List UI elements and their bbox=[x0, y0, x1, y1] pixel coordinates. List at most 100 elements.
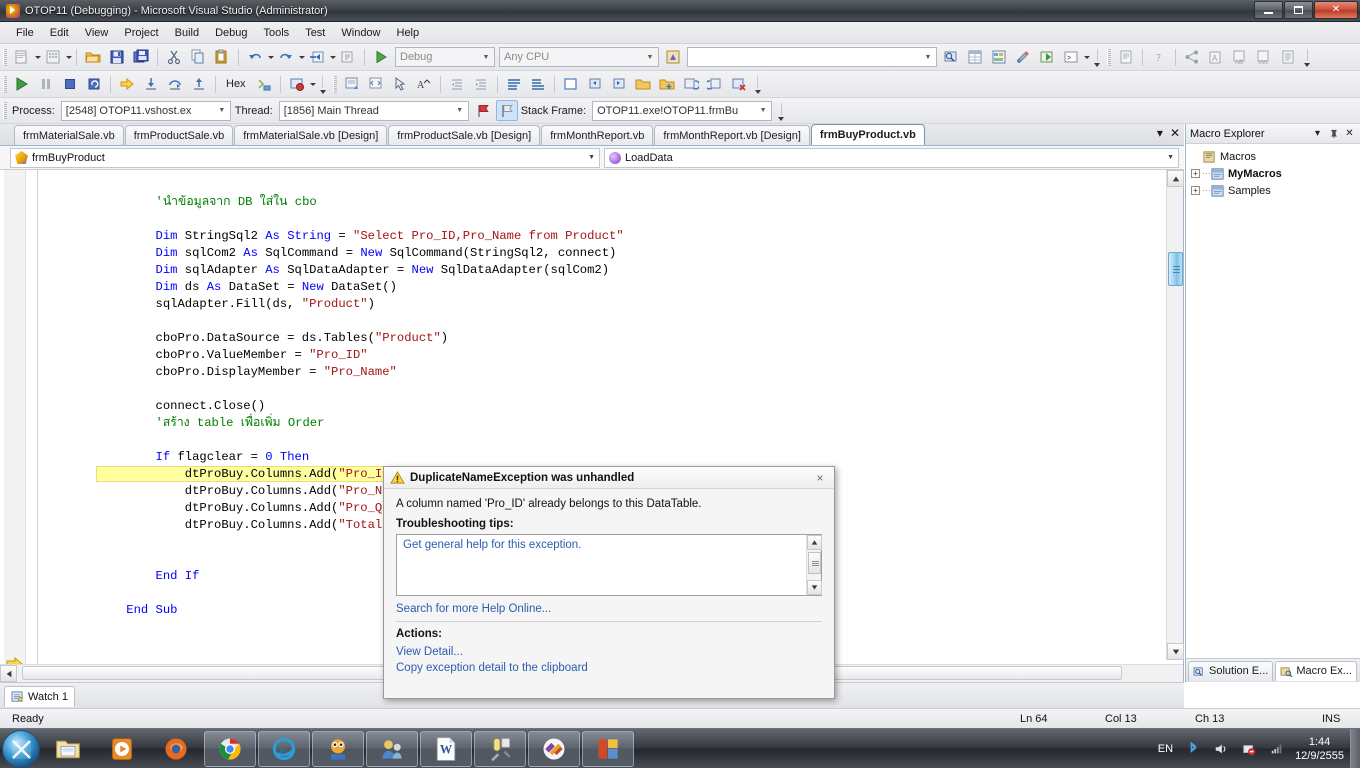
document-tab-frmproductsale[interactable]: frmProductSale.vb bbox=[124, 125, 234, 145]
add-new-item-icon[interactable] bbox=[42, 47, 64, 68]
process-combo[interactable]: [2548] OTOP11.vshost.ex ▼ bbox=[60, 100, 231, 121]
redo-chevron-down-icon[interactable] bbox=[299, 55, 305, 59]
document-outline-icon[interactable] bbox=[1277, 47, 1299, 68]
taskbar-clock[interactable]: 1:44 12/9/2555 bbox=[1295, 735, 1344, 763]
font-size-icon[interactable]: A bbox=[413, 74, 435, 95]
copy-icon[interactable] bbox=[187, 47, 209, 68]
editor-toolbar-overflow-button[interactable] bbox=[753, 74, 763, 94]
open-folder-icon[interactable] bbox=[632, 74, 654, 95]
document-tab-frmmonthreport[interactable]: frmMonthReport.vb bbox=[541, 125, 654, 145]
class-selector-combo[interactable]: frmBuyProduct ▼ bbox=[10, 147, 600, 168]
paste-icon[interactable] bbox=[211, 47, 233, 68]
exception-dialog-close-icon[interactable]: × bbox=[812, 470, 828, 486]
code-line[interactable]: Dim sqlCom2 As SqlCommand = New SqlComma… bbox=[97, 246, 617, 260]
solution-platform-combo[interactable]: Any CPU ▼ bbox=[499, 47, 659, 67]
start-debugging-icon[interactable] bbox=[370, 47, 392, 68]
save-all-icon[interactable] bbox=[130, 47, 152, 68]
find-in-files-input[interactable]: ▼ bbox=[687, 47, 937, 67]
sync-views-alt-icon[interactable] bbox=[704, 74, 726, 95]
solution-configuration-combo[interactable]: Debug ▼ bbox=[395, 47, 495, 67]
open-file-icon[interactable] bbox=[82, 47, 104, 68]
menu-item-tools[interactable]: Tools bbox=[256, 25, 298, 41]
tool-tab-macro-explorer[interactable]: Macro Ex... bbox=[1275, 660, 1357, 681]
toolbar-grip[interactable] bbox=[3, 102, 7, 119]
continue-icon[interactable] bbox=[11, 74, 33, 95]
tips-scrollbar[interactable] bbox=[806, 535, 822, 595]
schema-toolbar-overflow-button[interactable] bbox=[1302, 47, 1312, 67]
tree-node-samples[interactable]: + ⋯ Samples bbox=[1188, 182, 1358, 199]
taskbar-microsoft-word-icon[interactable]: W bbox=[420, 730, 472, 767]
break-all-icon[interactable] bbox=[35, 74, 57, 95]
view-detail-link[interactable]: View Detail... bbox=[396, 644, 822, 660]
toolbar-grip[interactable] bbox=[3, 75, 7, 93]
save-icon[interactable] bbox=[106, 47, 128, 68]
document-tab-frmbuyproduct[interactable]: frmBuyProduct.vb bbox=[810, 124, 925, 145]
exception-assistant-dialog[interactable]: DuplicateNameException was unhandled × A… bbox=[383, 466, 835, 699]
taskbar-firefox-icon[interactable] bbox=[150, 731, 202, 767]
standard-toolbar-overflow-button[interactable] bbox=[1092, 47, 1102, 67]
add-new-item-chevron-down-icon[interactable] bbox=[66, 55, 72, 59]
network-signal-icon[interactable] bbox=[1268, 740, 1286, 758]
code-line[interactable]: dtProBuy.Columns.Add("Pro_Name") bbox=[97, 484, 419, 498]
editor-indicator-margin[interactable] bbox=[4, 170, 26, 682]
cut-icon[interactable] bbox=[163, 47, 185, 68]
new-project-icon[interactable] bbox=[11, 47, 33, 68]
increase-indent-icon[interactable] bbox=[470, 74, 492, 95]
xml-schema-icon[interactable] bbox=[1115, 47, 1137, 68]
attach-to-process-icon[interactable] bbox=[662, 47, 684, 68]
active-files-chevron-down-icon[interactable]: ▾ bbox=[1157, 126, 1163, 140]
volume-icon[interactable] bbox=[1212, 740, 1230, 758]
navigate-forward-icon[interactable] bbox=[337, 47, 359, 68]
open-folder-add-icon[interactable] bbox=[656, 74, 678, 95]
bluetooth-icon[interactable] bbox=[1184, 740, 1202, 758]
step-over-icon[interactable] bbox=[164, 74, 186, 95]
sync-views-icon[interactable] bbox=[680, 74, 702, 95]
taskbar-powerpoint-icon[interactable] bbox=[582, 730, 634, 767]
document-tab-frmmaterialsale[interactable]: frmMaterialSale.vb bbox=[14, 125, 124, 145]
code-line[interactable]: dtProBuy.Columns.Add("Pro_ID") bbox=[95, 466, 406, 482]
view-code-icon[interactable] bbox=[365, 74, 387, 95]
go-to-definition-icon[interactable] bbox=[608, 74, 630, 95]
stop-debugging-icon[interactable] bbox=[59, 74, 81, 95]
tool-tab-solution-explorer[interactable]: Solution E... bbox=[1188, 660, 1274, 681]
menu-item-file[interactable]: File bbox=[8, 25, 42, 41]
tips-scrollbar-thumb[interactable] bbox=[808, 552, 821, 574]
menu-item-view[interactable]: View bbox=[77, 25, 117, 41]
editor-vertical-scrollbar[interactable] bbox=[1166, 170, 1184, 660]
toolbar-grip[interactable] bbox=[332, 75, 337, 93]
member-selector-combo[interactable]: LoadData ▼ bbox=[604, 147, 1179, 168]
menu-item-window[interactable]: Window bbox=[333, 25, 388, 41]
show-desktop-button[interactable] bbox=[1350, 729, 1360, 768]
new-window-icon[interactable] bbox=[560, 74, 582, 95]
redo-icon[interactable] bbox=[275, 47, 297, 68]
code-line[interactable]: Dim ds As DataSet = New DataSet() bbox=[97, 280, 397, 294]
navigate-backward-icon[interactable] bbox=[306, 47, 328, 68]
watch-1-tab[interactable]: Watch 1 bbox=[4, 686, 75, 707]
taskbar-camfrog-icon[interactable] bbox=[312, 730, 364, 767]
document-tab-frmproductsale-design[interactable]: frmProductSale.vb [Design] bbox=[388, 125, 541, 145]
taskbar-media-player-icon[interactable] bbox=[96, 731, 148, 767]
tips-scroll-up-button[interactable] bbox=[807, 535, 822, 550]
tree-node-macros[interactable]: Macros bbox=[1188, 148, 1358, 165]
code-line[interactable]: dtProBuy.Columns.Add("Pro_Qty") bbox=[97, 501, 412, 515]
undo-icon[interactable] bbox=[244, 47, 266, 68]
search-help-online-link[interactable]: Search for more Help Online... bbox=[396, 596, 822, 621]
menu-item-debug[interactable]: Debug bbox=[207, 25, 255, 41]
scroll-up-button[interactable] bbox=[1167, 170, 1184, 187]
breakpoints-window-icon[interactable] bbox=[286, 74, 308, 95]
minimize-button[interactable] bbox=[1254, 1, 1283, 19]
help-icon[interactable]: ? bbox=[1148, 47, 1170, 68]
code-line[interactable]: cboPro.ValueMember = "Pro_ID" bbox=[97, 348, 368, 362]
vertical-scrollbar-thumb[interactable] bbox=[1168, 252, 1183, 286]
code-line[interactable]: If flagclear = 0 Then bbox=[97, 450, 310, 464]
taskbar-sql-tools-icon[interactable] bbox=[474, 730, 526, 767]
menu-item-test[interactable]: Test bbox=[297, 25, 333, 41]
taskbar-windows-explorer-icon[interactable] bbox=[42, 731, 94, 767]
debug-toolbar-overflow-button[interactable] bbox=[318, 74, 328, 94]
copy-exception-detail-link[interactable]: Copy exception detail to the clipboard bbox=[396, 660, 822, 676]
navigate-to-icon[interactable] bbox=[584, 74, 606, 95]
start-button[interactable] bbox=[2, 729, 40, 768]
code-line[interactable]: cboPro.DisplayMember = "Pro_Name" bbox=[97, 365, 397, 379]
new-project-chevron-down-icon[interactable] bbox=[35, 55, 41, 59]
share-icon[interactable] bbox=[1181, 47, 1203, 68]
